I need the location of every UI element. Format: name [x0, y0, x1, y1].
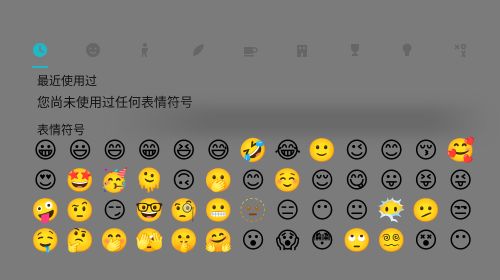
emoji-button[interactable]: 😵 [410, 227, 443, 255]
emoji-button[interactable]: 🫠 [133, 167, 166, 195]
smiley-icon [85, 43, 100, 57]
emoji-button[interactable]: 😂 [271, 137, 304, 165]
tab-recent[interactable] [28, 38, 52, 68]
emoji-section-title: 表情符号 [37, 123, 86, 137]
emoji-button[interactable]: 🙄 [340, 227, 373, 255]
emoji-button[interactable]: 🤩 [64, 167, 97, 195]
emoji-button[interactable]: 🤣 [237, 137, 270, 165]
emoji-button[interactable]: 🙂 [306, 137, 339, 165]
emoji-button[interactable]: 😊 [375, 137, 408, 165]
emoji-button[interactable]: 😶 [444, 227, 477, 255]
emoji-button[interactable]: 😃 [64, 137, 97, 165]
emoji-button[interactable]: 😑 [271, 197, 304, 225]
tab-objects[interactable] [395, 38, 419, 62]
lightbulb-icon [402, 43, 412, 56]
building-icon [297, 45, 308, 57]
emoji-button[interactable]: 🧐 [167, 197, 200, 225]
emoji-button[interactable]: 😅 [202, 137, 235, 165]
emoji-button[interactable]: 😍 [29, 167, 62, 195]
tab-nature[interactable] [186, 38, 210, 62]
emoji-button[interactable]: 😳 [306, 227, 339, 255]
person-icon [141, 43, 149, 57]
emoji-button[interactable]: 🥳 [98, 167, 131, 195]
emoji-button[interactable]: 🤭 [98, 227, 131, 255]
recent-section-title: 最近使用过 [37, 74, 98, 88]
trophy-icon [350, 44, 359, 56]
emoji-button[interactable]: 😝 [410, 167, 443, 195]
emoji-button[interactable]: 🤔 [64, 227, 97, 255]
tab-people[interactable] [133, 38, 157, 62]
emoji-grid: 😀 😃 😄 😁 😆 😅 🤣 😂 🙂 😉 😊 😚 🥰 😍 🤩 🥳 🫠 🙃 🫢 😊 ☺️ 😌 😋 😛 😝 😜 🤪 🤨 😏 🤓 🧐 😬 🫥 😑 😶 😐 😶‍🌫… [29, 137, 481, 255]
emoji-button[interactable]: 🫤 [410, 197, 443, 225]
emoji-button[interactable]: 😌 [306, 167, 339, 195]
emoji-button[interactable]: 😄 [98, 137, 131, 165]
emoji-button[interactable]: 🤓 [133, 197, 166, 225]
emoji-button[interactable]: 😐 [340, 197, 373, 225]
emoji-button[interactable]: 😱 [271, 227, 304, 255]
emoji-button[interactable]: 😉 [340, 137, 373, 165]
emoji-button[interactable]: 😵‍💫 [375, 227, 408, 255]
emoji-button[interactable]: 😬 [202, 197, 235, 225]
emoji-button[interactable]: 😋 [340, 167, 373, 195]
emoji-button[interactable]: 😮 [237, 227, 270, 255]
emoji-button[interactable]: 😛 [375, 167, 408, 195]
emoji-button[interactable]: 😀 [29, 137, 62, 165]
emoji-button[interactable]: 🤪 [29, 197, 62, 225]
emoji-category-tabs [0, 30, 500, 70]
emoji-button[interactable]: 🤤 [29, 227, 62, 255]
coffee-icon [243, 47, 258, 57]
emoji-button[interactable]: 😆 [167, 137, 200, 165]
emoji-button[interactable]: 🫢 [202, 167, 235, 195]
tab-food[interactable] [238, 38, 262, 62]
emoji-button[interactable]: 🤫 [167, 227, 200, 255]
blurred-overlay [110, 106, 490, 136]
emoji-button[interactable]: 🤨 [64, 197, 97, 225]
clock-icon [33, 43, 48, 57]
tab-smileys[interactable] [81, 38, 105, 62]
emoji-button[interactable]: 😁 [133, 137, 166, 165]
tab-symbols[interactable] [448, 38, 472, 62]
emoji-button[interactable]: 😚 [410, 137, 443, 165]
emoji-button[interactable]: 😶 [306, 197, 339, 225]
tab-places[interactable] [290, 38, 314, 62]
emoji-button[interactable]: 🤗 [202, 227, 235, 255]
emoji-button[interactable]: 😏 [98, 197, 131, 225]
symbols-icon [454, 43, 466, 58]
emoji-button[interactable]: 🫥 [237, 197, 270, 225]
emoji-button[interactable]: 😜 [444, 167, 477, 195]
emoji-button[interactable]: 🙃 [167, 167, 200, 195]
emoji-button[interactable]: 🫣 [133, 227, 166, 255]
tab-activities[interactable] [343, 38, 367, 62]
emoji-button[interactable]: 🥰 [444, 137, 477, 165]
emoji-button[interactable]: 😒 [444, 197, 477, 225]
emoji-button[interactable]: 😶‍🌫️ [375, 197, 408, 225]
emoji-button[interactable]: ☺️ [271, 167, 304, 195]
emoji-button[interactable]: 😊 [237, 167, 270, 195]
leaf-icon [192, 44, 204, 56]
